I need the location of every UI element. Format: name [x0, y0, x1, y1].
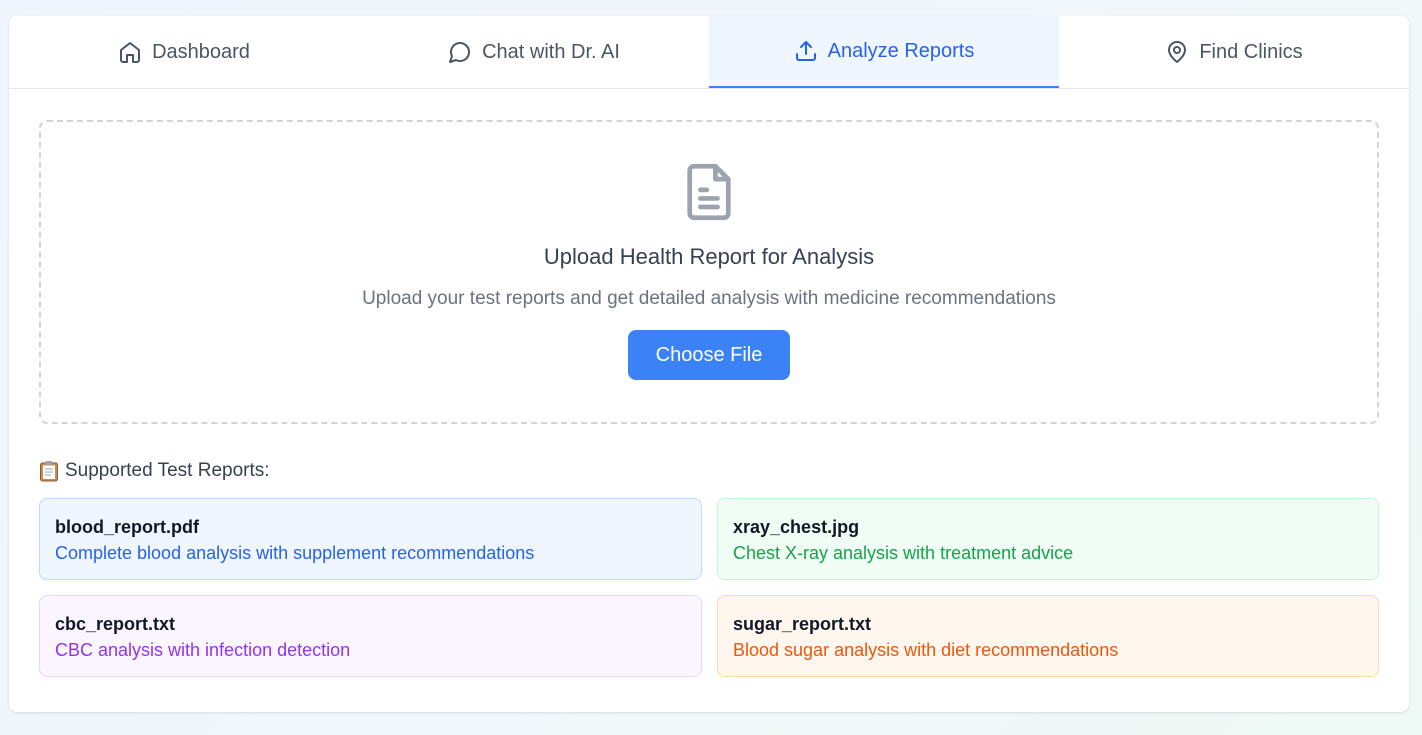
report-name: cbc_report.txt — [55, 614, 176, 634]
report-name: blood_report.pdf — [55, 517, 199, 537]
tab-dashboard[interactable]: Dashboard — [9, 16, 359, 88]
report-card-sugar[interactable]: sugar_report.txt Blood sugar analysis wi… — [717, 595, 1379, 677]
choose-file-button[interactable]: Choose File — [628, 330, 790, 380]
report-description: Chest X-ray analysis with treatment advi… — [733, 543, 1074, 563]
report-card-blood[interactable]: blood_report.pdf Complete blood analysis… — [39, 498, 702, 580]
tab-find-clinics[interactable]: Find Clinics — [1059, 16, 1409, 88]
message-icon — [449, 42, 471, 63]
report-name: xray_chest.jpg — [733, 517, 860, 537]
upload-dropzone[interactable]: Upload Health Report for Analysis Upload… — [39, 120, 1379, 424]
file-text-icon — [687, 163, 731, 221]
report-card-xray[interactable]: xray_chest.jpg Chest X-ray analysis with… — [717, 498, 1379, 580]
upload-title: Upload Health Report for Analysis — [543, 244, 875, 269]
supported-reports-grid: blood_report.pdf Complete blood analysis… — [39, 498, 1379, 677]
tab-label: Find Clinics — [1199, 40, 1303, 63]
supported-heading-text: Supported Test Reports: — [65, 460, 270, 481]
tab-bar: Dashboard Chat with Dr. AI Analyze Repor… — [9, 16, 1409, 89]
tab-chat[interactable]: Chat with Dr. AI — [359, 16, 709, 88]
analyze-reports-panel: Upload Health Report for Analysis Upload… — [9, 89, 1409, 677]
supported-reports-heading: Supported Test Reports: — [39, 460, 1379, 482]
tab-label: Analyze Reports — [827, 39, 975, 62]
tab-label: Chat with Dr. AI — [482, 40, 620, 63]
upload-subtitle: Upload your test reports and get detaile… — [362, 288, 1056, 309]
report-card-cbc[interactable]: cbc_report.txt CBC analysis with infecti… — [39, 595, 702, 677]
main-card: Dashboard Chat with Dr. AI Analyze Repor… — [9, 16, 1409, 712]
report-description: Blood sugar analysis with diet recommend… — [733, 640, 1119, 660]
upload-icon — [795, 41, 816, 61]
map-pin-icon — [1168, 41, 1187, 63]
home-icon — [120, 42, 141, 63]
tab-analyze-reports[interactable]: Analyze Reports — [709, 16, 1059, 88]
report-description: CBC analysis with infection detection — [55, 640, 351, 660]
clipboard-icon — [40, 461, 58, 482]
tab-label: Dashboard — [152, 40, 250, 63]
report-name: sugar_report.txt — [733, 614, 872, 634]
report-description: Complete blood analysis with supplement … — [55, 543, 535, 563]
